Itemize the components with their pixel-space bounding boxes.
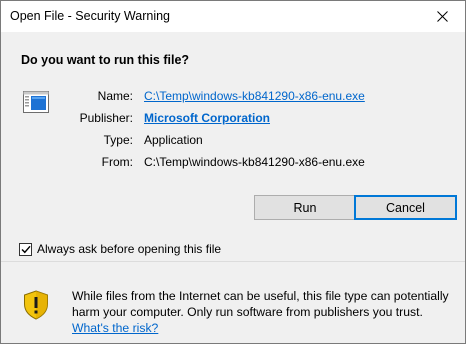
whats-the-risk-link[interactable]: What's the risk? xyxy=(72,321,158,335)
shield-warning-icon xyxy=(24,290,48,320)
run-button[interactable]: Run xyxy=(254,195,356,220)
from-value: C:\Temp\windows-kb841290-x86-enu.exe xyxy=(144,155,365,169)
detail-row-type: Type: Application xyxy=(1,133,465,151)
close-icon xyxy=(436,11,448,22)
checkmark-icon xyxy=(21,245,31,253)
detail-row-name: Name: C:\Temp\windows-kb841290-x86-enu.e… xyxy=(1,89,465,107)
always-ask-label: Always ask before opening this file xyxy=(37,242,222,256)
publisher-label: Publisher: xyxy=(79,111,133,125)
publisher-link[interactable]: Microsoft Corporation xyxy=(144,111,270,125)
detail-row-publisher: Publisher: Microsoft Corporation xyxy=(1,111,465,129)
footer-panel: While files from the Internet can be use… xyxy=(1,262,465,343)
type-value: Application xyxy=(144,133,203,147)
security-warning-dialog: Open File - Security Warning Do you want… xyxy=(0,0,466,344)
always-ask-option[interactable]: Always ask before opening this file xyxy=(19,241,221,257)
prompt-question: Do you want to run this file? xyxy=(21,53,190,67)
from-label: From: xyxy=(101,155,133,169)
window-title: Open File - Security Warning xyxy=(10,9,171,23)
footer-message: While files from the Internet can be use… xyxy=(72,288,457,336)
detail-row-from: From: C:\Temp\windows-kb841290-x86-enu.e… xyxy=(1,155,465,173)
title-bar: Open File - Security Warning xyxy=(1,1,465,32)
name-link[interactable]: C:\Temp\windows-kb841290-x86-enu.exe xyxy=(144,89,365,103)
close-button[interactable] xyxy=(419,1,465,32)
name-label: Name: xyxy=(97,89,133,103)
type-label: Type: xyxy=(103,133,133,147)
always-ask-checkbox[interactable] xyxy=(19,242,32,256)
dialog-body: Do you want to run this file? Name: C:\T… xyxy=(1,32,465,261)
warning-text: While files from the Internet can be use… xyxy=(72,289,449,319)
cancel-button[interactable]: Cancel xyxy=(354,195,457,220)
